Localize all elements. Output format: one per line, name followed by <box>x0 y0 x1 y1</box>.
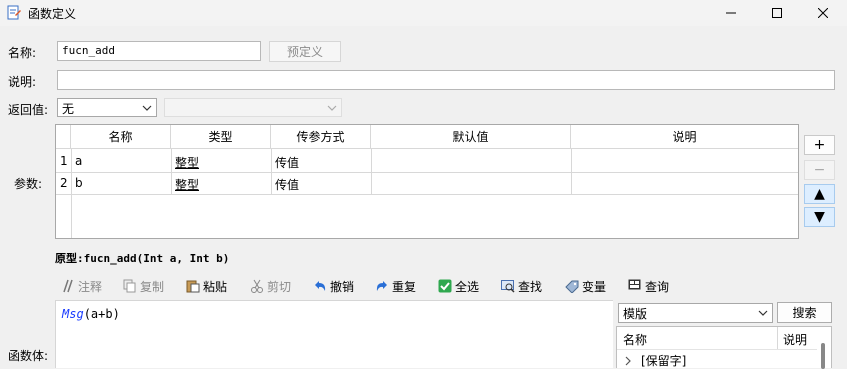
param-mode-cell[interactable]: 传值 <box>275 176 299 193</box>
select-all-label: 全选 <box>455 279 480 294</box>
chevron-down-icon <box>327 105 337 111</box>
code-args: (a+b) <box>83 307 120 321</box>
find-icon <box>501 280 515 293</box>
search-button[interactable]: 搜索 <box>777 302 832 323</box>
panel-col-name: 名称 <box>623 333 648 347</box>
copy-label: 复制 <box>140 279 165 294</box>
maximize-button[interactable] <box>754 0 800 26</box>
param-name-cell[interactable]: b <box>75 176 83 190</box>
cut-label: 剪切 <box>267 279 292 294</box>
column-header-mode[interactable]: 传参方式 <box>271 125 371 149</box>
panel-scrollbar[interactable] <box>821 343 825 369</box>
return-type-value: 无 <box>62 102 75 116</box>
comment-button[interactable]: 注释 <box>61 277 102 295</box>
code-line: Msg(a+b) <box>62 307 120 321</box>
column-header-name[interactable]: 名称 <box>71 125 171 149</box>
redo-button[interactable]: 重复 <box>375 277 416 295</box>
comment-label: 注释 <box>78 279 103 294</box>
return-subtype-select[interactable] <box>164 98 342 117</box>
query-button[interactable]: 查询 <box>628 277 669 295</box>
function-doc-icon <box>7 5 21 20</box>
param-mode-cell[interactable]: 传值 <box>275 154 299 171</box>
move-down-button[interactable]: ▼ <box>804 207 835 227</box>
redo-icon <box>376 281 387 291</box>
column-header-desc[interactable]: 说明 <box>571 125 798 149</box>
param-type-cell[interactable]: 整型 <box>175 176 199 193</box>
params-label: 参数: <box>14 177 43 191</box>
redo-label: 重复 <box>392 279 417 294</box>
find-label: 查找 <box>518 279 543 294</box>
find-button[interactable]: 查找 <box>501 277 542 295</box>
variable-button[interactable]: 变量 <box>565 277 606 295</box>
arrow-down-icon: ▼ <box>814 209 825 225</box>
code-editor[interactable]: Msg(a+b) <box>55 300 613 368</box>
template-select-value: 模版 <box>623 307 648 321</box>
body-label: 函数体: <box>8 349 49 363</box>
undo-icon <box>315 281 326 291</box>
chevron-right-icon <box>625 356 631 365</box>
copy-icon <box>123 279 136 293</box>
row-number: 1 <box>60 154 68 168</box>
move-up-button[interactable]: ▲ <box>804 184 835 204</box>
panel-col-desc: 说明 <box>783 333 808 347</box>
code-keyword: Msg <box>62 307 84 321</box>
arrow-up-icon: ▲ <box>814 186 825 202</box>
row-divider <box>56 194 798 195</box>
chevron-down-icon <box>758 310 768 316</box>
column-header-default[interactable]: 默认值 <box>371 125 571 149</box>
description-label: 说明: <box>8 75 37 89</box>
maximize-icon <box>772 8 782 18</box>
window-title: 函数定义 <box>28 7 77 21</box>
column-header-type[interactable]: 类型 <box>171 125 271 149</box>
return-type-select[interactable]: 无 <box>57 98 157 117</box>
cut-button[interactable]: 剪切 <box>250 277 291 295</box>
row-divider <box>56 172 798 173</box>
template-select[interactable]: 模版 <box>618 303 773 323</box>
predefine-button[interactable]: 预定义 <box>269 41 341 62</box>
params-table[interactable]: 名称 类型 传参方式 默认值 说明 1 a 整型 传值 2 b 整型 传值 <box>55 124 799 239</box>
prototype-label: 原型: <box>55 252 84 265</box>
tree-item-label: [保留字] <box>641 354 687 368</box>
add-param-button[interactable]: + <box>804 135 835 155</box>
scissors-icon <box>251 279 263 293</box>
minimize-button[interactable] <box>708 0 754 26</box>
tree-item-reserved[interactable]: [保留字] <box>623 352 686 369</box>
minus-icon: − <box>813 162 826 178</box>
checkbox-checked-icon <box>438 279 452 293</box>
close-icon <box>818 8 828 18</box>
row-header-corner <box>56 125 71 149</box>
query-icon <box>628 279 641 290</box>
description-input[interactable] <box>57 70 835 90</box>
return-label: 返回值: <box>8 103 49 117</box>
variable-tag-icon <box>565 280 579 293</box>
name-label: 名称: <box>8 46 37 60</box>
undo-label: 撤销 <box>330 279 355 294</box>
select-all-button[interactable]: 全选 <box>438 277 479 295</box>
chevron-down-icon <box>142 105 152 111</box>
paste-icon <box>186 280 200 293</box>
prototype-text: fucn_add(Int a, Int b) <box>83 252 230 265</box>
undo-button[interactable]: 撤销 <box>313 277 354 295</box>
plus-icon: + <box>813 137 826 153</box>
remove-param-button[interactable]: − <box>804 160 835 180</box>
copy-button[interactable]: 复制 <box>123 277 164 295</box>
prototype-line: 原型:fucn_add(Int a, Int b) <box>55 250 229 266</box>
row-number: 2 <box>60 176 68 190</box>
comment-slash-icon <box>63 279 73 293</box>
panel-col-divider <box>777 327 778 349</box>
title-bar: 函数定义 <box>0 0 847 26</box>
query-label: 查询 <box>645 279 670 294</box>
name-input[interactable]: fucn_add <box>57 41 261 61</box>
minimize-icon <box>726 12 736 14</box>
param-name-cell[interactable]: a <box>75 154 82 168</box>
paste-label: 粘贴 <box>203 279 228 294</box>
close-button[interactable] <box>800 0 846 26</box>
param-type-cell[interactable]: 整型 <box>175 154 199 171</box>
paste-button[interactable]: 粘贴 <box>186 277 227 295</box>
variable-label: 变量 <box>582 279 607 294</box>
panel-header-line <box>617 349 817 350</box>
keyword-panel: 名称 说明 [保留字] <box>616 326 832 369</box>
